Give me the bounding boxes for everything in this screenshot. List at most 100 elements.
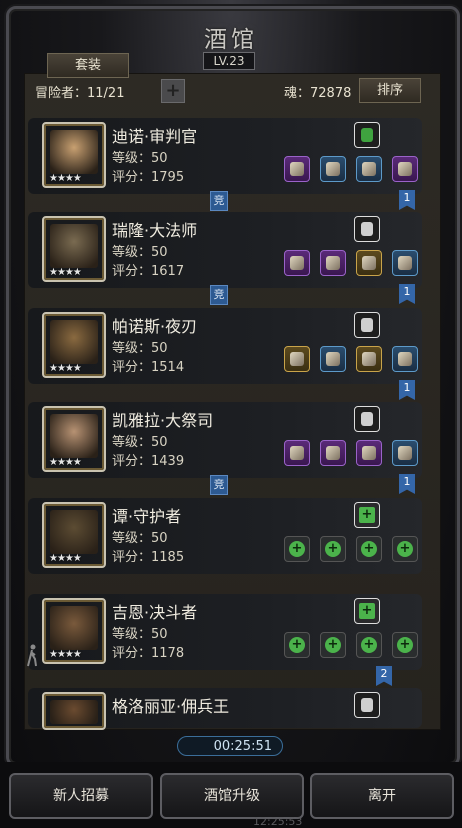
empty-equip-slot[interactable]: + [356, 632, 382, 658]
hero-name: 谭·守护者 [112, 507, 182, 526]
hero-portrait[interactable]: ★★★★ [42, 598, 106, 664]
hero-face-image [50, 700, 98, 724]
hero-portrait[interactable]: ★★★★ [42, 406, 106, 472]
hero-stars: ★★★★ [49, 267, 82, 278]
hero-level: 等级：50 [112, 627, 168, 642]
equip-slot[interactable] [320, 156, 346, 182]
hero-level: 等级：50 [112, 151, 168, 166]
equipment-icon [398, 162, 412, 176]
equip-slot[interactable] [356, 440, 382, 466]
hero-card[interactable]: ★★★★ 帕诺斯·夜刃 等级：50 评分：1514 [28, 308, 422, 384]
equip-slot[interactable] [284, 346, 310, 372]
equip-slot[interactable] [392, 346, 418, 372]
tavern-level: LV.23 [203, 52, 255, 70]
equipment-icon [326, 446, 340, 460]
equip-slot[interactable] [284, 250, 310, 276]
arena-badge: 竞 [210, 285, 228, 305]
hero-score: 评分：1617 [112, 264, 185, 279]
equipment-icon [362, 352, 376, 366]
equipment-icon [290, 446, 304, 460]
hero-score: 评分：1185 [112, 550, 185, 565]
soul-counter: 魂：72878 [284, 86, 352, 101]
equip-slot[interactable] [284, 156, 310, 182]
ring-slot[interactable] [354, 406, 380, 432]
empty-ring-slot[interactable]: + [354, 598, 380, 624]
empty-ring-slot[interactable]: + [354, 502, 380, 528]
equip-slot[interactable] [392, 250, 418, 276]
empty-equip-slot[interactable]: + [320, 536, 346, 562]
hero-stars: ★★★★ [49, 173, 82, 184]
add-equipment-icon: + [397, 637, 413, 653]
equipment-icon [290, 352, 304, 366]
empty-equip-slot[interactable]: + [320, 632, 346, 658]
equip-slot[interactable] [320, 346, 346, 372]
equipment-icon [362, 162, 376, 176]
hero-card[interactable]: ★★★★ 迪诺·审判官 等级：50 评分：1795 [28, 118, 422, 194]
equipment-icon [326, 256, 340, 270]
equip-slot[interactable] [356, 250, 382, 276]
hero-portrait[interactable]: ★★★★ [42, 502, 106, 568]
add-equipment-icon: + [359, 603, 375, 619]
empty-equip-slot[interactable]: + [356, 536, 382, 562]
equip-slot[interactable] [356, 156, 382, 182]
hero-level: 等级：50 [112, 435, 168, 450]
equip-slot[interactable] [320, 250, 346, 276]
recruit-button[interactable]: 新人招募 [9, 773, 153, 819]
hero-stars: ★★★★ [49, 649, 82, 660]
hero-stars: ★★★★ [49, 553, 82, 564]
walker-icon [27, 644, 37, 667]
leave-button[interactable]: 离开 [310, 773, 454, 819]
adventurer-count: 冒险者：11/21 [35, 86, 125, 101]
hero-card[interactable]: ★★★★ 凯雅拉·大祭司等级：50 评分：1439 [28, 402, 422, 478]
equipment-icon [290, 256, 304, 270]
empty-equip-slot[interactable]: + [392, 632, 418, 658]
hero-name: 瑞隆·大法师 [112, 221, 198, 240]
page-title: 酒馆 [204, 27, 258, 53]
add-equipment-icon: + [397, 541, 413, 557]
equip-slot[interactable] [284, 440, 310, 466]
set-button[interactable]: 套装 [47, 53, 129, 78]
equipment-icon [326, 352, 340, 366]
hero-face-image [50, 320, 98, 364]
equipment-icon [362, 446, 376, 460]
hero-portrait[interactable]: ★★★★ [42, 216, 106, 282]
add-slot-button[interactable]: + [161, 79, 185, 103]
title-bar: 酒馆 [0, 20, 462, 54]
add-equipment-icon: + [361, 541, 377, 557]
hero-level: 等级：50 [112, 341, 168, 356]
empty-equip-slot[interactable]: + [392, 536, 418, 562]
hero-level: 等级：50 [112, 531, 168, 546]
equip-slot[interactable] [392, 440, 418, 466]
hero-card[interactable]: ★★★★ 吉恩·决斗者 等级：50 评分：1178 + + + + + [28, 594, 422, 670]
hero-card[interactable]: ★★★★ 瑞隆·大法师等级：50 评分：1617 [28, 212, 422, 288]
hero-name: 凯雅拉·大祭司 [112, 411, 214, 430]
upgrade-tavern-button[interactable]: 酒馆升级 [160, 773, 304, 819]
ring-slot[interactable] [354, 312, 380, 338]
hero-score: 评分：1178 [112, 646, 185, 661]
hero-level: 等级：50 [112, 245, 168, 260]
equip-slot[interactable] [392, 156, 418, 182]
sort-button[interactable]: 排序 [359, 78, 421, 103]
add-equipment-icon: + [361, 637, 377, 653]
hero-card[interactable]: ★★★★ 谭·守护者等级：50 评分：1185 + + + + + [28, 498, 422, 574]
equipment-icon [398, 446, 412, 460]
accessory-icon [361, 222, 373, 236]
ring-slot[interactable] [354, 122, 380, 148]
arena-badge: 竞 [210, 475, 228, 495]
hero-card[interactable]: 格洛丽亚·佣兵王 [28, 688, 422, 730]
equip-slot[interactable] [356, 346, 382, 372]
arena-badge: 竞 [210, 191, 228, 211]
hero-portrait[interactable] [42, 692, 106, 730]
hero-score: 评分：1439 [112, 454, 185, 469]
equip-slot[interactable] [320, 440, 346, 466]
empty-equip-slot[interactable]: + [284, 632, 310, 658]
add-equipment-icon: + [289, 637, 305, 653]
hero-portrait[interactable]: ★★★★ [42, 312, 106, 378]
hero-stars: ★★★★ [49, 457, 82, 468]
ring-slot[interactable] [354, 692, 380, 718]
hero-portrait[interactable]: ★★★★ [42, 122, 106, 188]
refresh-timer: 00:25:51 [177, 736, 283, 756]
add-equipment-icon: + [359, 507, 375, 523]
ring-slot[interactable] [354, 216, 380, 242]
empty-equip-slot[interactable]: + [284, 536, 310, 562]
